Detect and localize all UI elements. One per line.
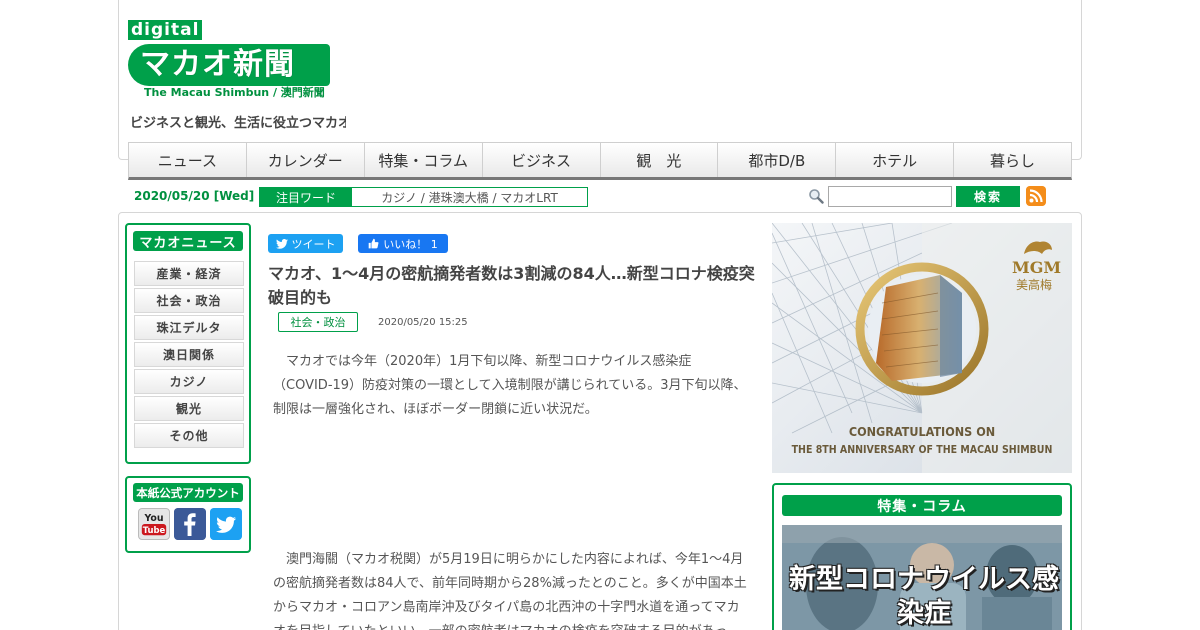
like-button[interactable]: いいね！ 1 bbox=[358, 234, 448, 253]
nav-item-calendar[interactable]: カレンダー bbox=[247, 143, 365, 177]
current-date: 2020/05/20 [Wed] bbox=[134, 189, 255, 203]
nav-item-city-db[interactable]: 都市D/B bbox=[718, 143, 837, 177]
trending-label: 注目ワード bbox=[260, 188, 352, 206]
category-item-industry[interactable]: 産業・経済 bbox=[134, 261, 244, 286]
logo-main-badge: マカオ新聞 bbox=[128, 44, 330, 86]
rss-icon[interactable] bbox=[1026, 186, 1046, 206]
ad-line-2: THE 8TH ANNIVERSARY OF THE MACAU SHIMBUN bbox=[791, 444, 1053, 456]
ad-line-1: CONGRATULATIONS ON bbox=[848, 424, 996, 439]
official-accounts-box: 本紙公式アカウント You Tube bbox=[125, 476, 251, 553]
site-logo[interactable]: digital マカオ新聞 The Macau Shimbun / 澳門新聞 bbox=[128, 18, 348, 100]
feature-column-title[interactable]: 特集・コラム bbox=[782, 495, 1062, 516]
search-icon bbox=[809, 189, 824, 204]
logo-subtitle: The Macau Shimbun / 澳門新聞 bbox=[144, 86, 325, 99]
article-category-badge[interactable]: 社会・政治 bbox=[278, 312, 358, 332]
macau-news-menu: マカオニュース 産業・経済 社会・政治 珠江デルタ 澳日関係 カジノ 観光 その… bbox=[125, 223, 251, 464]
tweet-button[interactable]: ツイート bbox=[268, 234, 343, 253]
twitter-bird-icon bbox=[275, 238, 288, 249]
search-button[interactable]: 検索 bbox=[956, 186, 1020, 207]
feature-image[interactable]: 新型コロナウイルス感染症 bbox=[782, 525, 1062, 630]
thumbs-up-icon bbox=[368, 238, 379, 249]
main-nav: ニュース カレンダー 特集・コラム ビジネス 観 光 都市D/B ホテル 暮らし bbox=[128, 142, 1072, 180]
site-tagline: ビジネスと観光、生活に役立つマカオ bbox=[130, 116, 346, 131]
feature-image-caption: 新型コロナウイルス感染症 bbox=[789, 564, 1059, 629]
nav-item-tourism[interactable]: 観 光 bbox=[601, 143, 719, 177]
category-item-macau-japan[interactable]: 澳日関係 bbox=[134, 342, 244, 367]
trending-words-link[interactable]: カジノ / 港珠澳大橋 / マカオLRT bbox=[352, 188, 587, 206]
mgm-logo: MGM bbox=[1012, 258, 1062, 277]
macau-news-title: マカオニュース bbox=[133, 231, 243, 251]
youtube-icon[interactable]: You Tube bbox=[138, 508, 170, 540]
category-item-other[interactable]: その他 bbox=[134, 423, 244, 448]
article-paragraph-2: 澳門海關（マカオ税関）が5月19日に明らかにした内容によれば、今年1〜4月の密航… bbox=[273, 552, 747, 630]
mgm-logo-cn: 美高梅 bbox=[1016, 278, 1053, 292]
article-paragraph-1: マカオでは今年（2020年）1月下旬以降、新型コロナウイルス感染症（COVID-… bbox=[273, 354, 747, 417]
category-item-casino[interactable]: カジノ bbox=[134, 369, 244, 394]
svg-text:Tube: Tube bbox=[143, 525, 166, 535]
nav-item-living[interactable]: 暮らし bbox=[954, 143, 1071, 177]
facebook-icon[interactable] bbox=[174, 508, 206, 540]
feature-column-box: 特集・コラム 新型コロナウイルス感染症 bbox=[772, 483, 1072, 630]
like-label: いいね！ 1 bbox=[383, 237, 438, 251]
mgm-lion-icon bbox=[1024, 241, 1052, 254]
article-published-date: 2020/05/20 15:25 bbox=[378, 317, 468, 328]
tweet-label: ツイート bbox=[291, 237, 336, 251]
search-input[interactable] bbox=[828, 186, 952, 207]
twitter-icon[interactable] bbox=[210, 508, 242, 540]
svg-text:You: You bbox=[143, 513, 163, 524]
logo-digital-text: digital bbox=[128, 20, 203, 40]
nav-item-hotel[interactable]: ホテル bbox=[836, 143, 955, 177]
category-list: 産業・経済 社会・政治 珠江デルタ 澳日関係 カジノ 観光 その他 bbox=[134, 261, 244, 450]
category-item-pearl-delta[interactable]: 珠江デルタ bbox=[134, 315, 244, 340]
logo-main-text: マカオ新聞 bbox=[140, 47, 295, 82]
nav-item-features[interactable]: 特集・コラム bbox=[365, 143, 483, 177]
official-accounts-title: 本紙公式アカウント bbox=[133, 483, 243, 502]
nav-item-business[interactable]: ビジネス bbox=[483, 143, 601, 177]
category-item-tourism[interactable]: 観光 bbox=[134, 396, 244, 421]
category-item-society[interactable]: 社会・政治 bbox=[134, 288, 244, 313]
nav-item-news[interactable]: ニュース bbox=[129, 143, 247, 177]
ad-text: CONGRATULATIONS ON THE 8TH ANNIVERSARY O… bbox=[772, 423, 1072, 459]
article-title: マカオ、1〜4月の密航摘発者数は3割減の84人…新型コロナ検疫突破目的も bbox=[268, 264, 755, 307]
trending-words-box: 注目ワード カジノ / 港珠澳大橋 / マカオLRT bbox=[259, 187, 588, 207]
